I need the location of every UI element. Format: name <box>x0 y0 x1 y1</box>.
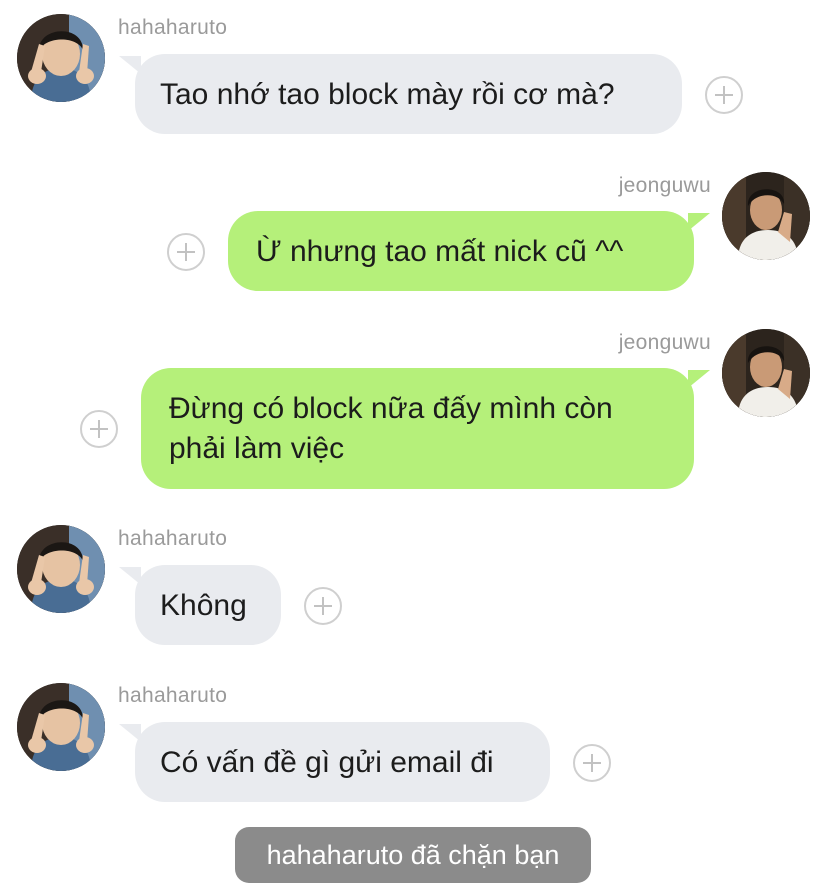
avatar-hahaharuto[interactable] <box>17 525 105 613</box>
blocked-notice: hahaharuto đã chặn bạn <box>235 827 591 883</box>
sender-name: hahaharuto <box>118 684 228 707</box>
sender-name: hahaharuto <box>118 527 228 550</box>
plus-circle-icon[interactable] <box>167 233 205 271</box>
sender-name: jeonguwu <box>618 174 711 197</box>
message-bubble-incoming[interactable]: Tao nhớ tao block mày rồi cơ mà? <box>119 54 682 134</box>
avatar-hahaharuto[interactable] <box>17 683 105 771</box>
plus-circle-icon[interactable] <box>80 410 118 448</box>
avatar-hahaharuto[interactable] <box>17 14 105 102</box>
message-bubble-outgoing[interactable]: Đừng có block nữa đấy mình còn phải làm … <box>141 368 710 489</box>
plus-circle-icon[interactable] <box>304 587 342 625</box>
avatar-jeonguwu[interactable] <box>722 172 810 260</box>
message-bubble-incoming[interactable]: Không <box>119 565 281 645</box>
plus-circle-icon[interactable] <box>705 76 743 114</box>
message-bubble-outgoing[interactable]: Ừ nhưng tao mất nick cũ ^^ <box>228 211 710 291</box>
plus-circle-icon[interactable] <box>573 744 611 782</box>
sender-name: jeonguwu <box>618 331 711 354</box>
avatar-jeonguwu[interactable] <box>722 329 810 417</box>
message-bubble-incoming[interactable]: Có vấn đề gì gửi email đi <box>119 722 550 802</box>
sender-name: hahaharuto <box>118 16 228 39</box>
